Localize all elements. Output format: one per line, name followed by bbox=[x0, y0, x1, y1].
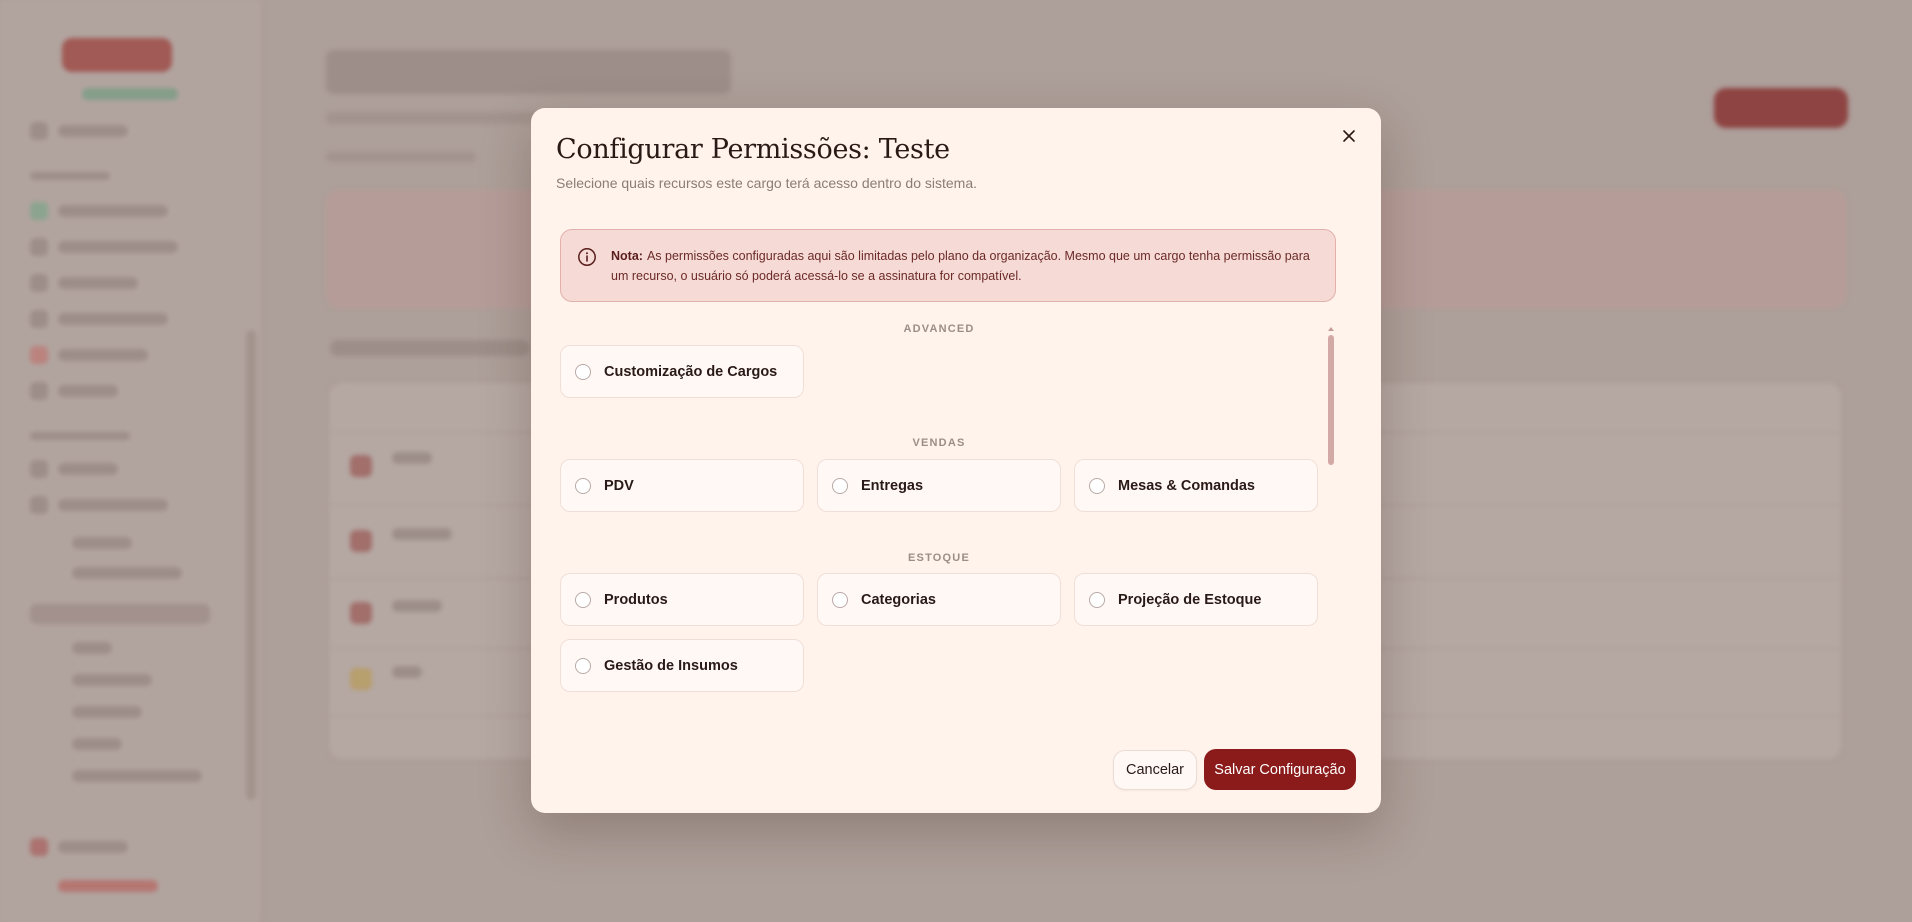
permissions-modal: Configurar Permissões: Teste Selecione q… bbox=[531, 108, 1381, 813]
permissions-scrollbar[interactable] bbox=[1327, 327, 1335, 467]
note-label: Nota: bbox=[611, 249, 643, 263]
permission-label: Mesas & Comandas bbox=[1118, 477, 1255, 494]
permission-label: Customização de Cargos bbox=[604, 363, 778, 380]
permission-checkbox[interactable] bbox=[1089, 591, 1105, 608]
permission-label: Gestão de Insumos bbox=[604, 657, 738, 674]
permission-mesas-comandas[interactable]: Mesas & Comandas bbox=[1074, 459, 1318, 512]
permission-produtos[interactable]: Produtos bbox=[560, 573, 804, 626]
permission-projecao-de-estoque[interactable]: Projeção de Estoque bbox=[1074, 573, 1318, 626]
permission-label: PDV bbox=[604, 477, 634, 494]
permission-checkbox[interactable] bbox=[575, 657, 591, 674]
close-icon bbox=[1343, 130, 1355, 142]
permission-label: Produtos bbox=[604, 591, 668, 608]
save-configuration-button[interactable]: Salvar Configuração bbox=[1204, 749, 1356, 790]
permission-label: Categorias bbox=[861, 591, 936, 608]
permission-pdv[interactable]: PDV bbox=[560, 459, 804, 512]
modal-subtitle: Selecione quais recursos este cargo terá… bbox=[556, 175, 978, 191]
note-body: As permissões configuradas aqui são limi… bbox=[611, 249, 1310, 283]
permission-gestao-de-insumos[interactable]: Gestão de Insumos bbox=[560, 639, 804, 692]
permission-label: Projeção de Estoque bbox=[1118, 591, 1262, 608]
permissions-list[interactable]: ADVANCED Customização de Cargos VENDAS P… bbox=[560, 323, 1336, 708]
close-button[interactable] bbox=[1335, 122, 1363, 150]
section-label-advanced: ADVANCED bbox=[903, 323, 975, 335]
scroll-thumb[interactable] bbox=[1328, 335, 1334, 465]
permission-checkbox[interactable] bbox=[575, 363, 591, 380]
cancel-button[interactable]: Cancelar bbox=[1113, 750, 1197, 790]
section-label-estoque: ESTOQUE bbox=[908, 552, 970, 564]
permission-checkbox[interactable] bbox=[575, 591, 591, 608]
permission-customizacao-de-cargos[interactable]: Customização de Cargos bbox=[560, 345, 804, 398]
note-text: Nota: As permissões configuradas aqui são… bbox=[611, 246, 1317, 286]
permission-checkbox[interactable] bbox=[1089, 477, 1105, 494]
modal-title: Configurar Permissões: Teste bbox=[556, 134, 950, 165]
permission-entregas[interactable]: Entregas bbox=[817, 459, 1061, 512]
permission-checkbox[interactable] bbox=[832, 477, 848, 494]
permission-label: Entregas bbox=[861, 477, 924, 494]
permission-categorias[interactable]: Categorias bbox=[817, 573, 1061, 626]
section-label-vendas: VENDAS bbox=[912, 437, 966, 449]
scroll-up-arrow-icon[interactable] bbox=[1328, 327, 1334, 331]
permission-checkbox[interactable] bbox=[575, 477, 591, 494]
info-icon bbox=[578, 248, 596, 266]
permission-checkbox[interactable] bbox=[832, 591, 848, 608]
plan-limit-note: Nota: As permissões configuradas aqui são… bbox=[560, 229, 1336, 302]
